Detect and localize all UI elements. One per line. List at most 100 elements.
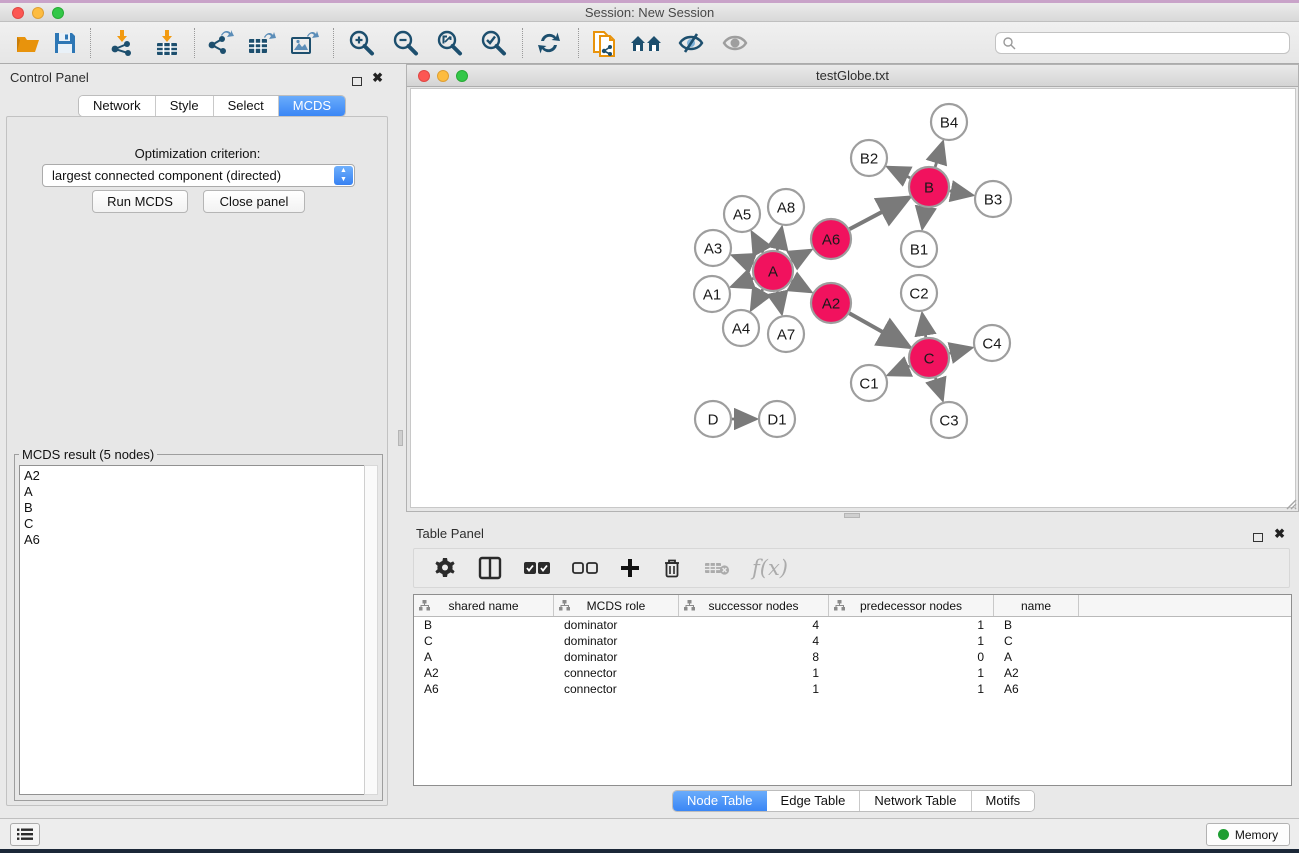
edge-A6-B[interactable] bbox=[850, 198, 908, 229]
node-B3[interactable]: B3 bbox=[975, 181, 1011, 217]
node-A4[interactable]: A4 bbox=[723, 310, 759, 346]
save-session-button[interactable] bbox=[46, 27, 84, 59]
column-header-name[interactable]: name bbox=[994, 595, 1079, 616]
zoom-window-button[interactable] bbox=[52, 7, 64, 19]
edge-A-A1[interactable] bbox=[733, 278, 754, 286]
add-column-button[interactable] bbox=[620, 558, 640, 578]
function-builder-button[interactable]: f(x) bbox=[752, 556, 788, 580]
close-panel-button[interactable]: Close panel bbox=[203, 190, 305, 213]
node-A6[interactable]: A6 bbox=[811, 219, 851, 259]
edge-A-A4[interactable] bbox=[752, 289, 763, 309]
edge-A2-C[interactable] bbox=[849, 313, 908, 346]
cell-shared-name[interactable]: A bbox=[414, 649, 554, 665]
run-mcds-button[interactable]: Run MCDS bbox=[92, 190, 188, 213]
node-C3[interactable]: C3 bbox=[931, 402, 967, 438]
cell-shared-name[interactable]: C bbox=[414, 633, 554, 649]
export-image-button[interactable] bbox=[285, 27, 323, 59]
cell-predecessor-nodes[interactable]: 1 bbox=[829, 681, 994, 697]
node-A1[interactable]: A1 bbox=[694, 276, 730, 312]
cell-name[interactable]: B bbox=[994, 617, 1079, 633]
cell-shared-name[interactable]: B bbox=[414, 617, 554, 633]
zoom-out-button[interactable] bbox=[386, 27, 424, 59]
node-B4[interactable]: B4 bbox=[931, 104, 967, 140]
node-A[interactable]: A bbox=[753, 251, 793, 291]
edge-B-B2[interactable] bbox=[889, 168, 910, 178]
edge-C-C3[interactable] bbox=[935, 378, 942, 399]
cell-successor-nodes[interactable]: 1 bbox=[679, 665, 829, 681]
tab-select[interactable]: Select bbox=[214, 96, 279, 116]
memory-button[interactable]: Memory bbox=[1206, 823, 1290, 846]
tab-mcds[interactable]: MCDS bbox=[279, 96, 345, 116]
close-table-panel-icon[interactable]: ✖ bbox=[1274, 526, 1285, 542]
network-close-button[interactable] bbox=[418, 70, 430, 82]
edge-B-B3[interactable] bbox=[950, 191, 972, 195]
export-network-button[interactable] bbox=[200, 27, 238, 59]
open-file-button[interactable] bbox=[10, 27, 48, 59]
cell-MCDS-role[interactable]: dominator bbox=[554, 617, 679, 633]
table-row[interactable]: A6connector11A6 bbox=[414, 681, 1291, 697]
mcds-result-item[interactable]: A6 bbox=[24, 532, 361, 548]
node-A5[interactable]: A5 bbox=[724, 196, 760, 232]
tab-motifs[interactable]: Motifs bbox=[972, 791, 1035, 811]
node-A7[interactable]: A7 bbox=[768, 316, 804, 352]
tab-network-table[interactable]: Network Table bbox=[860, 791, 971, 811]
deselect-all-button[interactable] bbox=[572, 561, 598, 575]
cell-shared-name[interactable]: A6 bbox=[414, 681, 554, 697]
delete-table-button[interactable] bbox=[704, 560, 730, 576]
mcds-result-item[interactable]: B bbox=[24, 500, 361, 516]
table-settings-button[interactable] bbox=[434, 557, 456, 579]
resize-grip-icon[interactable] bbox=[1283, 496, 1297, 510]
node-B[interactable]: B bbox=[909, 167, 949, 207]
cell-predecessor-nodes[interactable]: 1 bbox=[829, 617, 994, 633]
float-panel-icon[interactable] bbox=[352, 73, 362, 91]
node-D1[interactable]: D1 bbox=[759, 401, 795, 437]
edge-A-A6[interactable] bbox=[791, 251, 810, 261]
tab-node-table[interactable]: Node Table bbox=[673, 791, 767, 811]
edge-A-A5[interactable] bbox=[753, 233, 763, 252]
delete-column-button[interactable] bbox=[662, 557, 682, 579]
cell-MCDS-role[interactable]: connector bbox=[554, 681, 679, 697]
column-header-predecessor-nodes[interactable]: predecessor nodes bbox=[829, 595, 994, 616]
node-C2[interactable]: C2 bbox=[901, 275, 937, 311]
tab-network[interactable]: Network bbox=[79, 96, 156, 116]
mcds-result-list[interactable]: A2ABCA6 bbox=[19, 465, 366, 795]
node-C1[interactable]: C1 bbox=[851, 365, 887, 401]
edge-A-A3[interactable] bbox=[734, 256, 754, 264]
optimization-criterion-select[interactable]: largest connected component (directed) ▲… bbox=[42, 164, 355, 187]
mcds-result-item[interactable]: A2 bbox=[24, 468, 361, 484]
edge-A-A7[interactable] bbox=[777, 292, 781, 313]
import-table-button[interactable] bbox=[147, 27, 185, 59]
zoom-selected-button[interactable] bbox=[474, 27, 512, 59]
cell-predecessor-nodes[interactable]: 0 bbox=[829, 649, 994, 665]
column-visibility-button[interactable] bbox=[478, 556, 502, 580]
cell-name[interactable]: A2 bbox=[994, 665, 1079, 681]
mcds-result-item[interactable]: C bbox=[24, 516, 361, 532]
table-row[interactable]: Adominator80A bbox=[414, 649, 1291, 665]
mcds-result-scrollbar[interactable] bbox=[364, 465, 378, 795]
task-history-button[interactable] bbox=[10, 823, 40, 846]
minimize-window-button[interactable] bbox=[32, 7, 44, 19]
import-network-button[interactable] bbox=[102, 27, 140, 59]
hide-selected-button[interactable] bbox=[672, 27, 710, 59]
column-header-MCDS-role[interactable]: MCDS role bbox=[554, 595, 679, 616]
edge-B-B1[interactable] bbox=[923, 208, 926, 228]
zoom-in-button[interactable] bbox=[342, 27, 380, 59]
cell-predecessor-nodes[interactable]: 1 bbox=[829, 665, 994, 681]
cell-MCDS-role[interactable]: dominator bbox=[554, 633, 679, 649]
edge-C-C1[interactable] bbox=[889, 366, 909, 374]
float-table-panel-icon[interactable] bbox=[1253, 529, 1263, 547]
network-zoom-button[interactable] bbox=[456, 70, 468, 82]
first-neighbors-button[interactable] bbox=[628, 27, 666, 59]
new-network-from-selection-button[interactable] bbox=[586, 27, 624, 59]
cell-successor-nodes[interactable]: 4 bbox=[679, 617, 829, 633]
cell-name[interactable]: C bbox=[994, 633, 1079, 649]
tab-edge-table[interactable]: Edge Table bbox=[767, 791, 861, 811]
node-B2[interactable]: B2 bbox=[851, 140, 887, 176]
close-panel-icon[interactable]: ✖ bbox=[372, 70, 383, 86]
refresh-button[interactable] bbox=[530, 27, 568, 59]
cell-MCDS-role[interactable]: connector bbox=[554, 665, 679, 681]
tab-style[interactable]: Style bbox=[156, 96, 214, 116]
vertical-splitter-handle[interactable] bbox=[398, 430, 403, 446]
export-table-button[interactable] bbox=[242, 27, 280, 59]
node-C[interactable]: C bbox=[909, 338, 949, 378]
